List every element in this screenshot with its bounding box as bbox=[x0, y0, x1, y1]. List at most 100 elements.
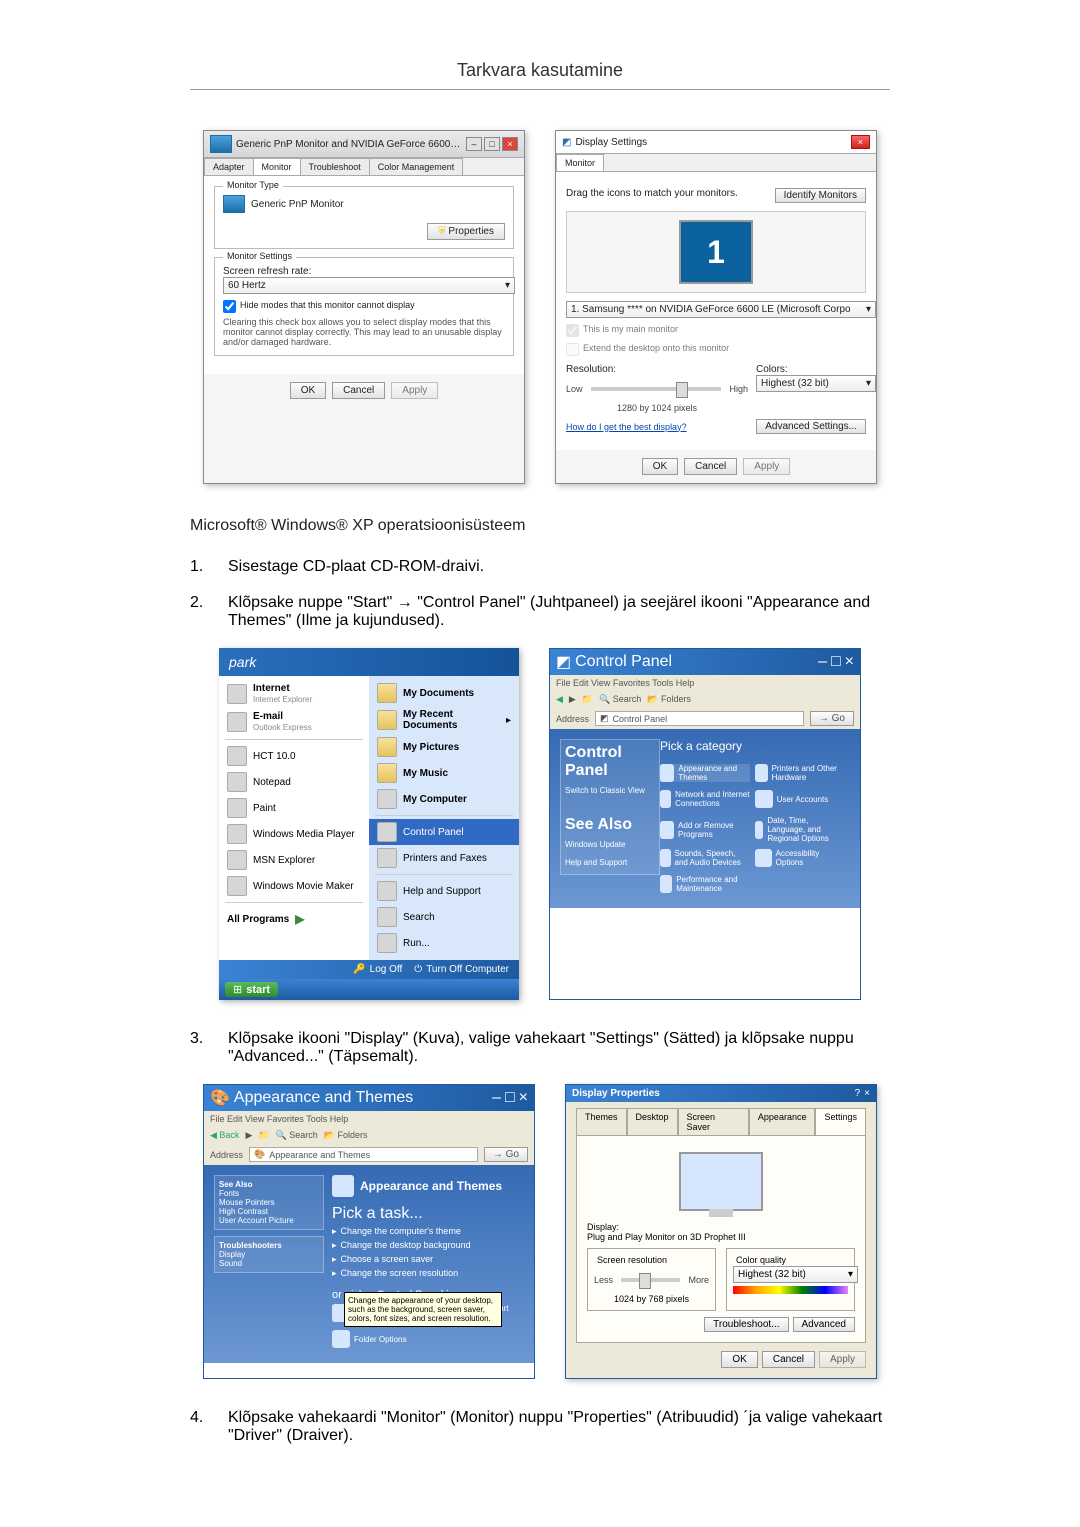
maximize-icon[interactable]: □ bbox=[831, 653, 841, 671]
sm-mydocs[interactable]: My Documents bbox=[369, 680, 519, 706]
maximize-icon[interactable]: □ bbox=[505, 1089, 515, 1107]
slider-thumb-icon[interactable] bbox=[676, 382, 688, 398]
tab-monitor[interactable]: Monitor bbox=[253, 158, 301, 175]
sm-mycomputer[interactable]: My Computer bbox=[369, 786, 519, 812]
monitor-arrangement-preview[interactable]: 1 bbox=[566, 211, 866, 293]
back-button[interactable]: ◀ Back bbox=[210, 1130, 239, 1141]
cat-accessibility[interactable]: Accessibility Options bbox=[755, 849, 845, 867]
cat-appearance-themes[interactable]: Appearance and Themes bbox=[660, 764, 750, 782]
colors-select[interactable]: Highest (32 bit) ▾ bbox=[756, 375, 876, 392]
sm-msn[interactable]: MSN Explorer bbox=[219, 847, 369, 873]
ok-button[interactable]: OK bbox=[290, 382, 326, 399]
task-resolution[interactable]: ▸ Change the screen resolution bbox=[332, 1268, 524, 1279]
switch-view-link[interactable]: Switch to Classic View bbox=[565, 786, 645, 795]
close-icon[interactable]: × bbox=[502, 137, 518, 151]
cat-sounds[interactable]: Sounds, Speech, and Audio Devices bbox=[660, 849, 750, 867]
sm-pictures[interactable]: My Pictures bbox=[369, 734, 519, 760]
ts-sound[interactable]: Sound bbox=[219, 1259, 242, 1268]
up-button[interactable]: 📁 bbox=[582, 694, 593, 705]
task-screensaver[interactable]: ▸ Choose a screen saver bbox=[332, 1254, 524, 1265]
minimize-icon[interactable]: – bbox=[466, 137, 482, 151]
close-icon[interactable]: × bbox=[519, 1089, 528, 1107]
tab-screensaver[interactable]: Screen Saver bbox=[678, 1108, 749, 1135]
forward-button[interactable]: ▶ bbox=[569, 694, 576, 705]
advanced-button[interactable]: Advanced bbox=[793, 1317, 855, 1332]
cancel-button[interactable]: Cancel bbox=[762, 1351, 815, 1368]
cancel-button[interactable]: Cancel bbox=[332, 382, 385, 399]
search-button[interactable]: 🔍 Search bbox=[599, 694, 641, 705]
sm-run[interactable]: Run... bbox=[369, 930, 519, 956]
go-button[interactable]: → Go bbox=[810, 711, 854, 726]
cat-addremove[interactable]: Add or Remove Programs bbox=[660, 821, 750, 839]
help-icon[interactable]: ? bbox=[855, 1088, 861, 1099]
ts-display[interactable]: Display bbox=[219, 1250, 245, 1259]
color-quality-select[interactable]: Highest (32 bit) ▾ bbox=[733, 1266, 858, 1283]
close-icon[interactable]: × bbox=[851, 135, 870, 149]
sm-moviemaker[interactable]: Windows Movie Maker bbox=[219, 873, 369, 899]
sm-music[interactable]: My Music bbox=[369, 760, 519, 786]
tab-settings[interactable]: Settings bbox=[815, 1108, 866, 1135]
sm-help[interactable]: Help and Support bbox=[369, 878, 519, 904]
minimize-icon[interactable]: – bbox=[492, 1089, 501, 1107]
monitor-1-icon[interactable]: 1 bbox=[679, 220, 753, 284]
resolution-slider[interactable] bbox=[591, 387, 722, 391]
cancel-button[interactable]: Cancel bbox=[684, 458, 737, 475]
logoff-button[interactable]: 🔑Log Off bbox=[353, 964, 402, 975]
cat-users[interactable]: User Accounts bbox=[755, 790, 845, 808]
sm-control-panel[interactable]: Control Panel bbox=[369, 819, 519, 845]
sm-printers[interactable]: Printers and Faxes bbox=[369, 845, 519, 871]
tab-color-management[interactable]: Color Management bbox=[369, 158, 464, 175]
address-input[interactable]: ◩ Control Panel bbox=[595, 711, 804, 726]
ok-button[interactable]: OK bbox=[642, 458, 678, 475]
close-icon[interactable]: × bbox=[845, 653, 854, 671]
all-programs[interactable]: All Programs ▶ bbox=[219, 906, 369, 932]
help-support-link[interactable]: Help and Support bbox=[565, 858, 627, 867]
tab-troubleshoot[interactable]: Troubleshoot bbox=[300, 158, 370, 175]
apply-button[interactable]: Apply bbox=[819, 1351, 866, 1368]
cat-network[interactable]: Network and Internet Connections bbox=[660, 790, 750, 808]
sm-hct[interactable]: HCT 10.0 bbox=[219, 743, 369, 769]
advanced-settings-button[interactable]: Advanced Settings... bbox=[756, 419, 866, 434]
icon-folder-options[interactable]: Folder Options bbox=[332, 1330, 422, 1348]
start-button[interactable]: ⊞ start bbox=[225, 982, 278, 997]
folders-button[interactable]: 📂 Folders bbox=[647, 694, 691, 705]
task-theme[interactable]: ▸ Change the computer's theme bbox=[332, 1226, 524, 1237]
see-contrast[interactable]: High Contrast bbox=[219, 1207, 268, 1216]
display-device-select[interactable]: 1. Samsung **** on NVIDIA GeForce 6600 L… bbox=[566, 301, 876, 318]
best-display-link[interactable]: How do I get the best display? bbox=[566, 422, 687, 432]
tab-themes[interactable]: Themes bbox=[576, 1108, 627, 1135]
hide-modes-checkbox-input[interactable] bbox=[223, 300, 236, 313]
refresh-rate-select[interactable]: 60 Hertz ▾ bbox=[223, 277, 515, 294]
identify-monitors-button[interactable]: Identify Monitors bbox=[775, 188, 866, 203]
slider-thumb-icon[interactable] bbox=[639, 1273, 651, 1289]
sm-notepad[interactable]: Notepad bbox=[219, 769, 369, 795]
cat-datetime[interactable]: Date, Time, Language, and Regional Optio… bbox=[755, 816, 845, 843]
troubleshoot-button[interactable]: Troubleshoot... bbox=[704, 1317, 788, 1332]
cat-printers[interactable]: Printers and Other Hardware bbox=[755, 764, 845, 782]
cat-performance[interactable]: Performance and Maintenance bbox=[660, 875, 750, 893]
tab-appearance[interactable]: Appearance bbox=[749, 1108, 816, 1135]
sm-paint[interactable]: Paint bbox=[219, 795, 369, 821]
apply-button[interactable]: Apply bbox=[391, 382, 438, 399]
tab-monitor[interactable]: Monitor bbox=[556, 154, 604, 171]
search-button[interactable]: 🔍 Search bbox=[276, 1130, 318, 1141]
sm-email[interactable]: E-mailOutlook Express bbox=[219, 708, 369, 736]
address-input[interactable]: 🎨 Appearance and Themes bbox=[249, 1147, 478, 1162]
see-fonts[interactable]: Fonts bbox=[219, 1189, 239, 1198]
hide-modes-checkbox[interactable]: Hide modes that this monitor cannot disp… bbox=[223, 300, 505, 313]
sm-wmp[interactable]: Windows Media Player bbox=[219, 821, 369, 847]
back-button[interactable]: ◀ bbox=[556, 694, 563, 705]
maximize-icon[interactable]: □ bbox=[484, 137, 500, 151]
sm-internet[interactable]: InternetInternet Explorer bbox=[219, 680, 369, 708]
folders-button[interactable]: 📂 Folders bbox=[324, 1130, 368, 1141]
windows-update-link[interactable]: Windows Update bbox=[565, 840, 625, 849]
minimize-icon[interactable]: – bbox=[818, 653, 827, 671]
go-button[interactable]: → Go bbox=[484, 1147, 528, 1162]
close-icon[interactable]: × bbox=[864, 1088, 870, 1099]
resolution-slider[interactable] bbox=[621, 1278, 680, 1282]
ok-button[interactable]: OK bbox=[721, 1351, 757, 1368]
apply-button[interactable]: Apply bbox=[743, 458, 790, 475]
sm-search[interactable]: Search bbox=[369, 904, 519, 930]
task-background[interactable]: ▸ Change the desktop background bbox=[332, 1240, 524, 1251]
tab-desktop[interactable]: Desktop bbox=[627, 1108, 678, 1135]
